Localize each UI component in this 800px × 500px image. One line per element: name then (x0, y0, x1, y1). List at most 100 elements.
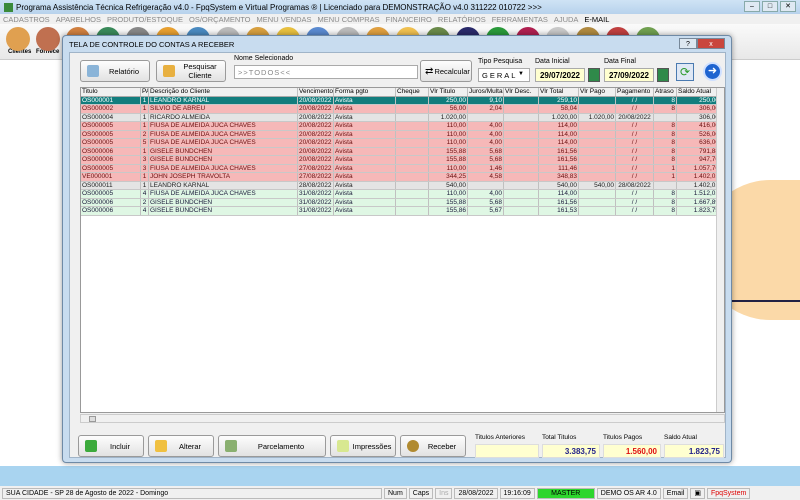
table-cell: GISELE BÜNDCHEN (149, 207, 298, 215)
table-cell: 28/08/2022 (616, 181, 654, 189)
search-user-icon (163, 65, 175, 77)
calendar-icon[interactable] (588, 68, 600, 82)
background-line (730, 300, 800, 302)
vertical-scrollbar[interactable] (716, 88, 724, 412)
table-cell: OS000011 (81, 181, 141, 189)
close-dialog-button[interactable]: x (697, 38, 725, 49)
table-cell: 28/08/2022 (298, 181, 334, 189)
table-cell: 1 (141, 122, 149, 130)
help-button[interactable]: ? (679, 38, 697, 49)
menu-item[interactable]: FERRAMENTAS (492, 15, 548, 24)
receber-button[interactable]: Receber (400, 435, 466, 457)
menu-item[interactable]: MENU COMPRAS (318, 15, 380, 24)
menu-item[interactable]: RELATÓRIOS (438, 15, 486, 24)
menu-item[interactable]: OS/ORÇAMENTO (189, 15, 251, 24)
column-header[interactable]: Forma pgto (334, 88, 396, 96)
column-header[interactable]: Atraso (654, 88, 677, 96)
menu-item[interactable]: PRODUTO/ESTOQUE (107, 15, 183, 24)
column-header[interactable]: Vencimento (298, 88, 334, 96)
nome-selecionado-input[interactable]: >>TODOS<< (234, 65, 418, 79)
menu-item[interactable]: AJUDA (554, 15, 579, 24)
column-header[interactable]: Juros/Multa (468, 88, 504, 96)
tipo-pesquisa-select[interactable]: GERAL ▼ (478, 68, 530, 82)
menu-item-email[interactable]: E-MAIL (584, 15, 609, 24)
relatorio-button[interactable]: Relatório (80, 60, 150, 82)
toolbar-icon[interactable] (36, 27, 60, 51)
table-row[interactable]: OS000005 4 FIUSA DE ALMEIDA JUCA CHAVES 31/… (81, 190, 724, 199)
grid-body: OS000001 1 LEANDRO KARNAL 20/08/2022 Avista 2… (81, 96, 724, 216)
column-header[interactable]: PA (141, 88, 149, 96)
table-cell (504, 207, 539, 215)
pesquisar-cliente-button[interactable]: Pesquisar Cliente (156, 60, 226, 82)
table-row[interactable]: OS000001 1 LEANDRO KARNAL 20/08/2022 Avista 2… (81, 96, 724, 105)
table-row[interactable]: VE000001 1 JOHN JOSEPH TRAVOLTA 27/08/2022 A… (81, 173, 724, 182)
table-cell: 1 (141, 181, 149, 189)
table-cell: Avista (334, 207, 396, 215)
contas-receber-dialog: TELA DE CONTROLE DO CONTAS A RECEBER ? x … (62, 35, 732, 463)
table-cell: 161,53 (539, 207, 579, 215)
menu-item[interactable]: MENU VENDAS (257, 15, 312, 24)
table-row[interactable]: OS000005 1 FIUSA DE ALMEIDA JUCA CHAVES 20/… (81, 122, 724, 131)
close-app-button[interactable]: ✕ (780, 1, 796, 12)
table-cell: 110,00 (429, 190, 468, 198)
impressoes-button[interactable]: Impressões (330, 435, 396, 457)
status-bar: SUA CIDADE - SP 28 de Agosto de 2022 - D… (0, 486, 800, 500)
table-row[interactable]: OS000006 4 GISELE BÜNDCHEN 31/08/2022 Avista… (81, 207, 724, 216)
table-row[interactable]: OS000011 1 LEANDRO KARNAL 28/08/2022 Avista 5… (81, 181, 724, 190)
column-header[interactable]: Titulo (81, 88, 141, 96)
data-final-label: Data Final (604, 58, 636, 65)
menu-item[interactable]: CADASTROS (3, 15, 50, 24)
table-cell: 1.020,00 (579, 113, 616, 121)
alterar-button[interactable]: Alterar (148, 435, 214, 457)
table-row[interactable]: OS000005 2 FIUSA DE ALMEIDA JUCA CHAVES 20/… (81, 130, 724, 139)
table-row[interactable]: OS000005 3 FIUSA DE ALMEIDA JUCA CHAVES 27/… (81, 164, 724, 173)
table-row[interactable]: OS000006 3 GISELE BÜNDCHEN 20/08/2022 Avista… (81, 156, 724, 165)
parcelamento-button[interactable]: Parcelamento (218, 435, 326, 457)
table-cell (504, 190, 539, 198)
table-row[interactable]: OS000005 5 FIUSA DE ALMEIDA JUCA CHAVES 20/… (81, 139, 724, 148)
column-header[interactable]: Vlr Titulo (429, 88, 468, 96)
table-cell (579, 207, 616, 215)
table-cell: 114,00 (539, 130, 579, 138)
table-cell (579, 156, 616, 164)
table-cell: Avista (334, 190, 396, 198)
column-header[interactable]: Vlr Pago (579, 88, 616, 96)
status-email[interactable]: Email (662, 487, 689, 499)
table-row[interactable]: OS000006 2 GISELE BÜNDCHEN 31/08/2022 Avista… (81, 198, 724, 207)
menu-item[interactable]: APARELHOS (56, 15, 101, 24)
data-final-input[interactable]: 27/09/2022 (604, 68, 654, 82)
arrow-right-icon[interactable]: ➜ (703, 62, 722, 81)
table-cell: 155,88 (429, 147, 468, 155)
installments-icon (225, 440, 237, 452)
table-cell (504, 105, 539, 113)
minimize-button[interactable]: – (744, 1, 760, 12)
table-cell: 161,56 (539, 198, 579, 206)
column-header[interactable]: Pagamento (616, 88, 654, 96)
table-row[interactable]: OS000006 1 GISELE BÜNDCHEN 20/08/2022 Avista… (81, 147, 724, 156)
table-cell (396, 173, 429, 181)
table-row[interactable]: OS000004 1 RICARDO ALMEIDA 20/08/2022 Avista… (81, 113, 724, 122)
column-header[interactable]: Vlr Desc. (504, 88, 539, 96)
horizontal-scrollbar[interactable] (80, 414, 725, 423)
titles-grid: TituloPADescrição do ClienteVencimentoFo… (80, 87, 725, 413)
column-header[interactable]: Cheque (396, 88, 429, 96)
table-row[interactable]: OS000002 1 SILVIO DE ABREU 20/08/2022 Avista… (81, 105, 724, 114)
calendar-icon[interactable] (657, 68, 669, 82)
column-header[interactable]: Descrição do Cliente (149, 88, 298, 96)
toolbar-icon[interactable] (6, 27, 30, 51)
refresh-icon[interactable]: ⟳ (676, 63, 694, 81)
data-inicial-input[interactable]: 29/07/2022 (535, 68, 585, 82)
status-tool-icon[interactable]: ▣ (690, 487, 705, 499)
column-header[interactable]: Saldo Atual (677, 88, 721, 96)
recalcular-button[interactable]: ⇄ Recalcular (420, 60, 472, 82)
table-cell: 540,00 (429, 181, 468, 189)
column-header[interactable]: Vlr Total (539, 88, 579, 96)
table-cell: 5 (141, 139, 149, 147)
table-cell: 8 (654, 207, 677, 215)
table-cell: 8 (654, 96, 677, 104)
nome-selecionado-label: Nome Selecionado (234, 55, 294, 62)
menu-item[interactable]: FINANCEIRO (386, 15, 432, 24)
maximize-button[interactable]: □ (762, 1, 778, 12)
incluir-button[interactable]: Incluir (78, 435, 144, 457)
table-cell: 348,83 (539, 173, 579, 181)
